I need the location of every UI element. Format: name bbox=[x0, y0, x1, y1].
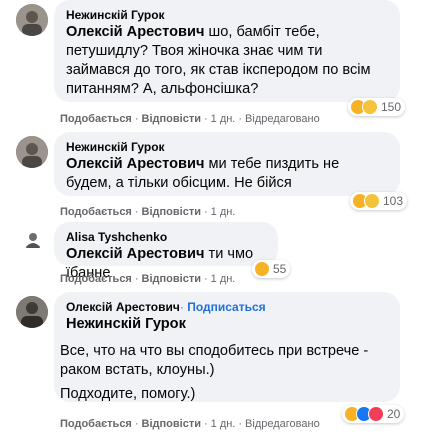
comment-actions: Подобається · Відповісти · 1 дн. · Відредагова… bbox=[60, 418, 320, 430]
timestamp[interactable]: 1 дн. bbox=[211, 206, 236, 218]
mention-link[interactable]: Олексій Арестович bbox=[66, 246, 204, 262]
wow-icon bbox=[362, 99, 378, 115]
reply-button[interactable]: Відповісти bbox=[142, 113, 201, 125]
edited-label[interactable]: Відредаговано bbox=[245, 113, 320, 125]
comment-bubble: Нежинскій Гурок Олексій Арестович шо, ба… bbox=[54, 0, 400, 102]
reaction-count: 150 bbox=[381, 100, 402, 114]
mention-link[interactable]: Олексій Арестович bbox=[66, 24, 204, 40]
like-button[interactable]: Подобається bbox=[60, 273, 132, 285]
comment-actions: Подобається · Відповісти · 1 дн. bbox=[60, 206, 236, 218]
reply-button[interactable]: Відповісти bbox=[142, 418, 201, 430]
comment-author: Олексій Арестович· Подписаться bbox=[66, 300, 266, 314]
user-photo-icon bbox=[22, 228, 44, 250]
reply-mention: Нежинскій Гурок bbox=[66, 315, 388, 334]
comment-actions: Подобається · Відповісти · 1 дн. bbox=[60, 273, 236, 285]
reaction-count: 103 bbox=[383, 194, 404, 208]
timestamp[interactable]: 1 дн. bbox=[211, 273, 236, 285]
author-link[interactable]: Олексій Арестович bbox=[66, 300, 180, 314]
avatar[interactable] bbox=[22, 228, 44, 250]
comment-author[interactable]: Нежинскій Гурок bbox=[66, 139, 388, 155]
comment-author[interactable]: Alisa Tyshchenko bbox=[66, 229, 266, 245]
comment-text: Олексій Арестович шо, бамбіт тебе, петуш… bbox=[66, 24, 371, 97]
reaction-summary[interactable]: 20 bbox=[342, 405, 405, 423]
edited-label[interactable]: Відредаговано bbox=[245, 418, 320, 430]
like-button[interactable]: Подобається bbox=[60, 418, 132, 430]
user-photo-icon bbox=[16, 296, 48, 328]
avatar[interactable] bbox=[16, 4, 48, 36]
user-photo-icon bbox=[16, 136, 48, 168]
love-icon bbox=[368, 406, 384, 422]
like-button[interactable]: Подобається bbox=[60, 113, 132, 125]
reaction-count: 55 bbox=[273, 262, 287, 276]
comment-bubble: Alisa Tyshchenko Олексій Арестович ти чм… bbox=[54, 222, 278, 281]
comment-text: Олексій Арестович ми тебе пиздить не буд… bbox=[66, 156, 340, 191]
user-photo-icon bbox=[16, 4, 48, 36]
comment-text: Подходите, помогу.) bbox=[60, 386, 196, 402]
reply-button[interactable]: Відповісти bbox=[142, 273, 201, 285]
comment-actions: Подобається · Відповісти · 1 дн. · Відредагова… bbox=[60, 113, 320, 125]
reaction-summary[interactable]: 55 bbox=[252, 260, 291, 278]
timestamp[interactable]: 1 дн. bbox=[211, 113, 236, 125]
reaction-summary[interactable]: 150 bbox=[348, 98, 406, 116]
avatar[interactable] bbox=[16, 136, 48, 168]
comment-bubble: Нежинскій Гурок Олексій Арестович ми теб… bbox=[54, 132, 400, 196]
comment-text: Все, что на что вы сподобитесь при встре… bbox=[60, 343, 369, 378]
timestamp[interactable]: 1 дн. bbox=[211, 418, 236, 430]
reaction-count: 20 bbox=[387, 407, 401, 421]
follow-button[interactable]: Подписаться bbox=[187, 300, 265, 314]
reaction-summary[interactable]: 103 bbox=[350, 192, 408, 210]
avatar[interactable] bbox=[16, 296, 48, 328]
haha-icon bbox=[254, 261, 270, 277]
wow-icon bbox=[364, 193, 380, 209]
reply-button[interactable]: Відповісти bbox=[142, 206, 201, 218]
like-button[interactable]: Подобається bbox=[60, 206, 132, 218]
mention-link[interactable]: Олексій Арестович bbox=[66, 156, 204, 172]
comment-author[interactable]: Нежинскій Гурок bbox=[66, 7, 388, 23]
mention-link[interactable]: Нежинскій Гурок bbox=[66, 316, 186, 332]
